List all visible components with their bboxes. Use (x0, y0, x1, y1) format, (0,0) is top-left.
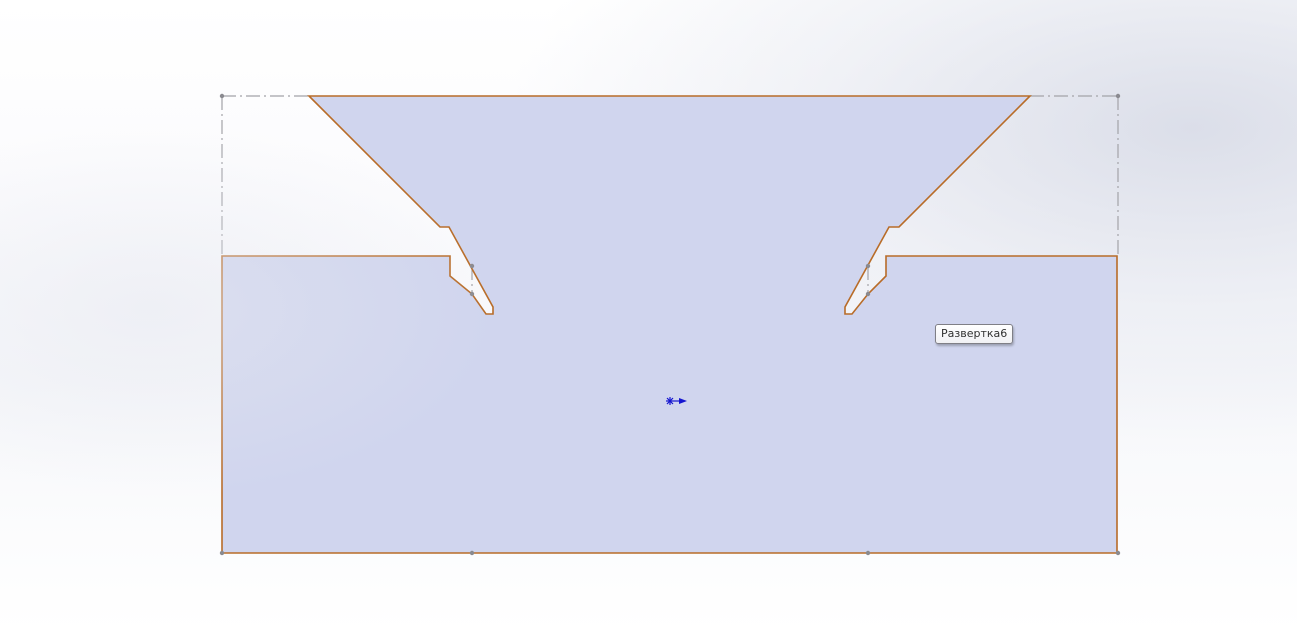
vertex-point[interactable] (219, 550, 225, 556)
vertex-point[interactable] (865, 263, 871, 269)
vertex-point[interactable] (219, 93, 225, 99)
flat-pattern-drawing[interactable] (0, 0, 1297, 632)
vertex-point[interactable] (865, 550, 871, 556)
vertex-point[interactable] (865, 291, 871, 297)
vertex-point[interactable] (469, 550, 475, 556)
graphics-viewport[interactable]: Развертка6 (0, 0, 1297, 632)
part-name-tooltip: Развертка6 (935, 324, 1014, 344)
vertex-point[interactable] (469, 291, 475, 297)
vertex-point[interactable] (1115, 550, 1121, 556)
vertex-point[interactable] (1115, 93, 1121, 99)
vertex-point[interactable] (469, 263, 475, 269)
